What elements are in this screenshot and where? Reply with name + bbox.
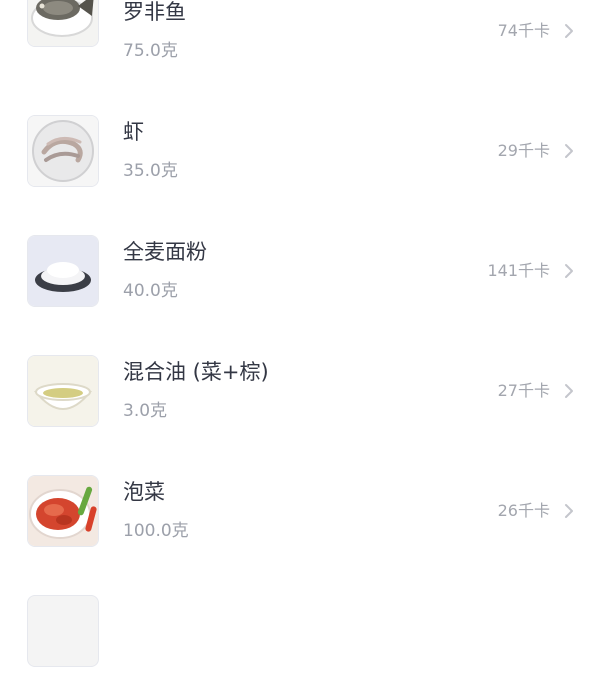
food-item-tilapia[interactable]: 罗非鱼 75.0克 74千卡 (0, 0, 600, 70)
food-weight: 100.0克 (123, 521, 189, 541)
food-calories: 26千卡 (497, 501, 550, 520)
oil-bowl-photo (27, 355, 99, 427)
flour-bowl-photo (27, 235, 99, 307)
food-name: 混合油 (菜+棕) (123, 360, 269, 384)
shrimp-photo (27, 115, 99, 187)
food-calories: 74千卡 (497, 21, 550, 40)
food-name: 泡菜 (123, 480, 165, 504)
kimchi-plate-photo (27, 475, 99, 547)
food-weight: 3.0克 (123, 401, 168, 421)
food-item-shrimp[interactable]: 虾 35.0克 29千卡 (0, 90, 600, 210)
chevron-right-icon (563, 383, 575, 399)
food-list: 罗非鱼 75.0克 74千卡 虾 35.0克 29千卡 全麦面粉 40.0克 1… (0, 0, 600, 667)
food-weight: 35.0克 (123, 161, 178, 181)
food-calories: 27千卡 (497, 381, 550, 400)
food-calories: 141千卡 (487, 261, 550, 280)
food-name: 虾 (123, 120, 144, 144)
food-name: 全麦面粉 (123, 240, 207, 264)
chevron-right-icon (563, 503, 575, 519)
food-item-next-partial[interactable] (0, 570, 600, 690)
food-weight: 40.0克 (123, 281, 178, 301)
chevron-right-icon (563, 263, 575, 279)
food-name: 罗非鱼 (123, 0, 186, 24)
food-item-blended-oil[interactable]: 混合油 (菜+棕) 3.0克 27千卡 (0, 330, 600, 450)
tilapia-fish-photo (27, 0, 99, 47)
food-item-kimchi[interactable]: 泡菜 100.0克 26千卡 (0, 450, 600, 570)
chevron-right-icon (563, 143, 575, 159)
food-photo (27, 595, 99, 667)
food-item-flour[interactable]: 全麦面粉 40.0克 141千卡 (0, 210, 600, 330)
chevron-right-icon (563, 23, 575, 39)
food-weight: 75.0克 (123, 41, 178, 61)
food-calories: 29千卡 (497, 141, 550, 160)
